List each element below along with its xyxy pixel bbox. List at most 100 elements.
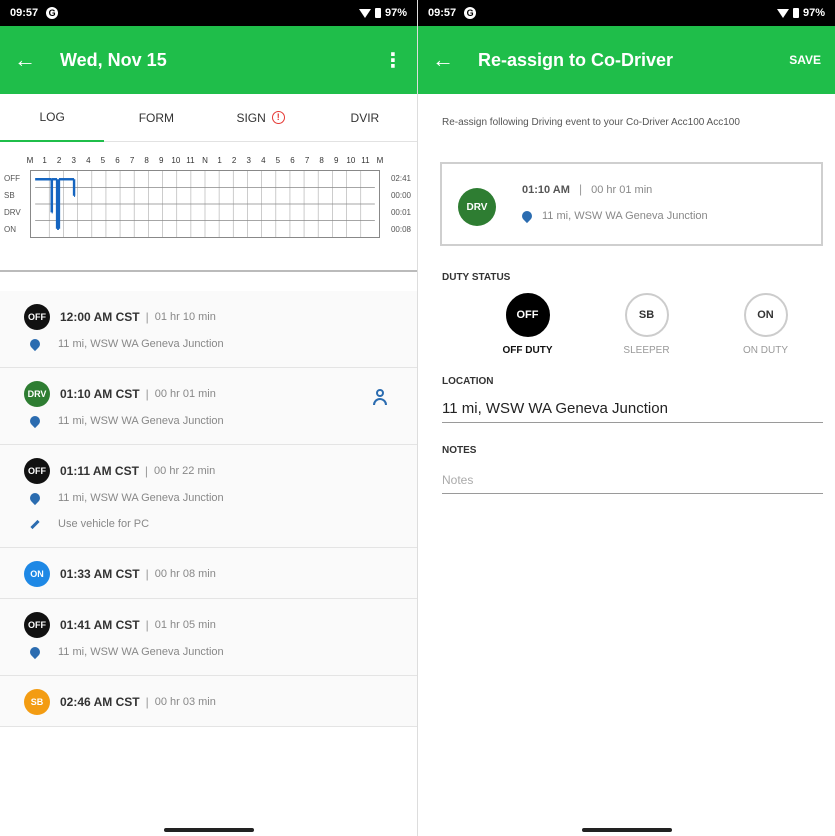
graph-row-total: 00:01 (390, 208, 411, 217)
duty-status-selector: OFF OFF DUTY SB SLEEPER ON ON DUTY (418, 293, 835, 356)
battery-icon (374, 8, 381, 18)
tab-form-label: FORM (138, 110, 175, 125)
notes-field[interactable] (442, 466, 823, 494)
log-tabs: LOG FORM SIGN! DVIR (0, 94, 417, 142)
graph-hour-label: N (202, 156, 208, 165)
graph-hour-label: 8 (319, 156, 324, 165)
event-time: 01:33 AM CST (60, 567, 140, 581)
duty-label-sb: SLEEPER (623, 345, 670, 356)
graph-hour-label: 5 (275, 156, 281, 165)
graph-hour-labels: M 1 2 3 4 5 6 7 8 9 10 11 N 1 2 3 4 5 6 7 8 9 10 11 M (26, 156, 384, 168)
tab-sign[interactable]: SIGN! (209, 94, 313, 142)
graph-row-total: 02:41 (390, 174, 411, 183)
status-badge: OFF (24, 612, 50, 638)
separator: | (145, 567, 149, 581)
save-button[interactable]: SAVE (789, 53, 821, 67)
separator: | (578, 182, 583, 196)
wifi-icon (358, 8, 371, 18)
event-time: 02:46 AM CST (60, 695, 140, 709)
notes-input[interactable] (442, 472, 823, 487)
back-arrow-icon[interactable]: ← (14, 47, 48, 73)
event-duration: 00 hr 01 min (591, 184, 653, 196)
app-notification-icon: G (46, 7, 59, 19)
battery-level: 97% (802, 7, 825, 19)
graph-hour-label: 4 (86, 156, 91, 165)
separator: | (145, 387, 149, 401)
event-location: 11 mi, WSW WA Geneva Junction (58, 338, 224, 350)
tab-log[interactable]: LOG (0, 94, 105, 142)
tab-dvir[interactable]: DVIR (313, 94, 417, 142)
event-location: 11 mi, WSW WA Geneva Junction (542, 210, 708, 222)
separator: | (144, 464, 149, 478)
battery-level: 97% (384, 7, 407, 19)
status-badge: SB (24, 689, 50, 715)
event-time: 01:10 AM CST (60, 387, 140, 401)
tab-dvir-label: DVIR (350, 110, 380, 125)
log-event-item[interactable]: SB 02:46 AM CST | 00 hr 03 min (0, 676, 417, 727)
graph-hour-label: 7 (129, 156, 135, 165)
graph-row-label: OFF (4, 174, 20, 183)
graph-hour-label: M (26, 156, 34, 165)
event-duration: 00 hr 08 min (154, 568, 216, 580)
wifi-icon (776, 8, 789, 18)
graph-grid (30, 170, 380, 238)
location-field[interactable]: 11 mi, WSW WA Geneva Junction (442, 395, 823, 423)
event-time: 12:00 AM CST (60, 310, 140, 324)
graph-hour-label: 5 (100, 156, 106, 165)
location-pin-icon (519, 208, 535, 224)
graph-hour-label: 8 (144, 156, 149, 165)
log-event-item[interactable]: OFF 01:41 AM CST | 01 hr 05 min 11 mi, W… (0, 599, 417, 676)
graph-hour-label: 2 (56, 156, 62, 165)
duty-option-sb[interactable]: SB SLEEPER (592, 293, 702, 356)
separator: | (145, 618, 149, 632)
log-event-item[interactable]: DRV 01:10 AM CST | 00 hr 01 min 11 mi, W… (0, 368, 417, 445)
duty-label-on: ON DUTY (743, 345, 788, 356)
app-bar: ← Wed, Nov 15 ⋮ (0, 26, 417, 94)
tab-form[interactable]: FORM (104, 94, 208, 142)
graph-hour-label: M (376, 156, 384, 165)
graph-hour-label: 3 (246, 156, 251, 165)
event-duration: 00 hr 01 min (154, 388, 216, 400)
duty-circle-off[interactable]: OFF (505, 293, 550, 337)
gesture-nav-bar[interactable] (163, 828, 254, 832)
status-badge: OFF (24, 458, 50, 484)
event-location: 11 mi, WSW WA Geneva Junction (58, 646, 224, 658)
log-event-item[interactable]: ON 01:33 AM CST | 00 hr 08 min (0, 548, 417, 599)
graph-hour-label: 6 (115, 156, 120, 165)
reassign-screen: 09:57 G 97% ← Re-assign to Co-Driver SAV… (418, 0, 835, 836)
status-badge: DRV (24, 381, 50, 407)
duty-circle-sb[interactable]: SB (624, 293, 669, 337)
pencil-icon (30, 519, 40, 529)
graph-row-label: SB (4, 191, 15, 200)
graph-hour-label: 7 (304, 156, 310, 165)
graph-hour-label: 6 (290, 156, 295, 165)
battery-icon (792, 8, 799, 18)
more-options-icon[interactable]: ⋮ (383, 48, 403, 73)
event-time: 01:11 AM CST (60, 464, 139, 478)
gesture-nav-bar[interactable] (581, 828, 672, 832)
alert-icon: ! (271, 111, 285, 124)
duty-status-label: DUTY STATUS (442, 272, 511, 283)
duty-option-on[interactable]: ON ON DUTY (711, 293, 821, 356)
graph-hour-label: 9 (334, 156, 339, 165)
assign-co-driver-icon[interactable] (371, 388, 389, 406)
back-arrow-icon[interactable]: ← (432, 47, 466, 73)
status-badge: ON (24, 561, 50, 587)
log-event-list: OFF 12:00 AM CST | 01 hr 10 min 11 mi, W… (0, 291, 417, 727)
event-card: DRV 01:10 AM | 00 hr 01 min 11 mi, WSW W… (440, 162, 823, 246)
duty-option-off[interactable]: OFF OFF DUTY (473, 293, 583, 356)
event-time: 01:10 AM (522, 184, 570, 196)
graph-hour-label: 11 (361, 156, 370, 165)
tab-sign-label: SIGN (236, 110, 266, 125)
log-event-item[interactable]: OFF 12:00 AM CST | 01 hr 10 min 11 mi, W… (0, 291, 417, 368)
app-notification-icon: G (464, 7, 477, 19)
graph-hour-label: 3 (71, 156, 76, 165)
duty-label-off: OFF DUTY (502, 345, 553, 356)
location-pin-icon (27, 336, 43, 352)
event-location: 11 mi, WSW WA Geneva Junction (58, 492, 224, 504)
log-event-item[interactable]: OFF 01:11 AM CST | 00 hr 22 min 11 mi, W… (0, 445, 417, 548)
graph-hour-label: 11 (186, 156, 195, 165)
graph-hour-label: 9 (159, 156, 164, 165)
duty-circle-on[interactable]: ON (743, 293, 788, 337)
event-location: 11 mi, WSW WA Geneva Junction (58, 415, 224, 427)
